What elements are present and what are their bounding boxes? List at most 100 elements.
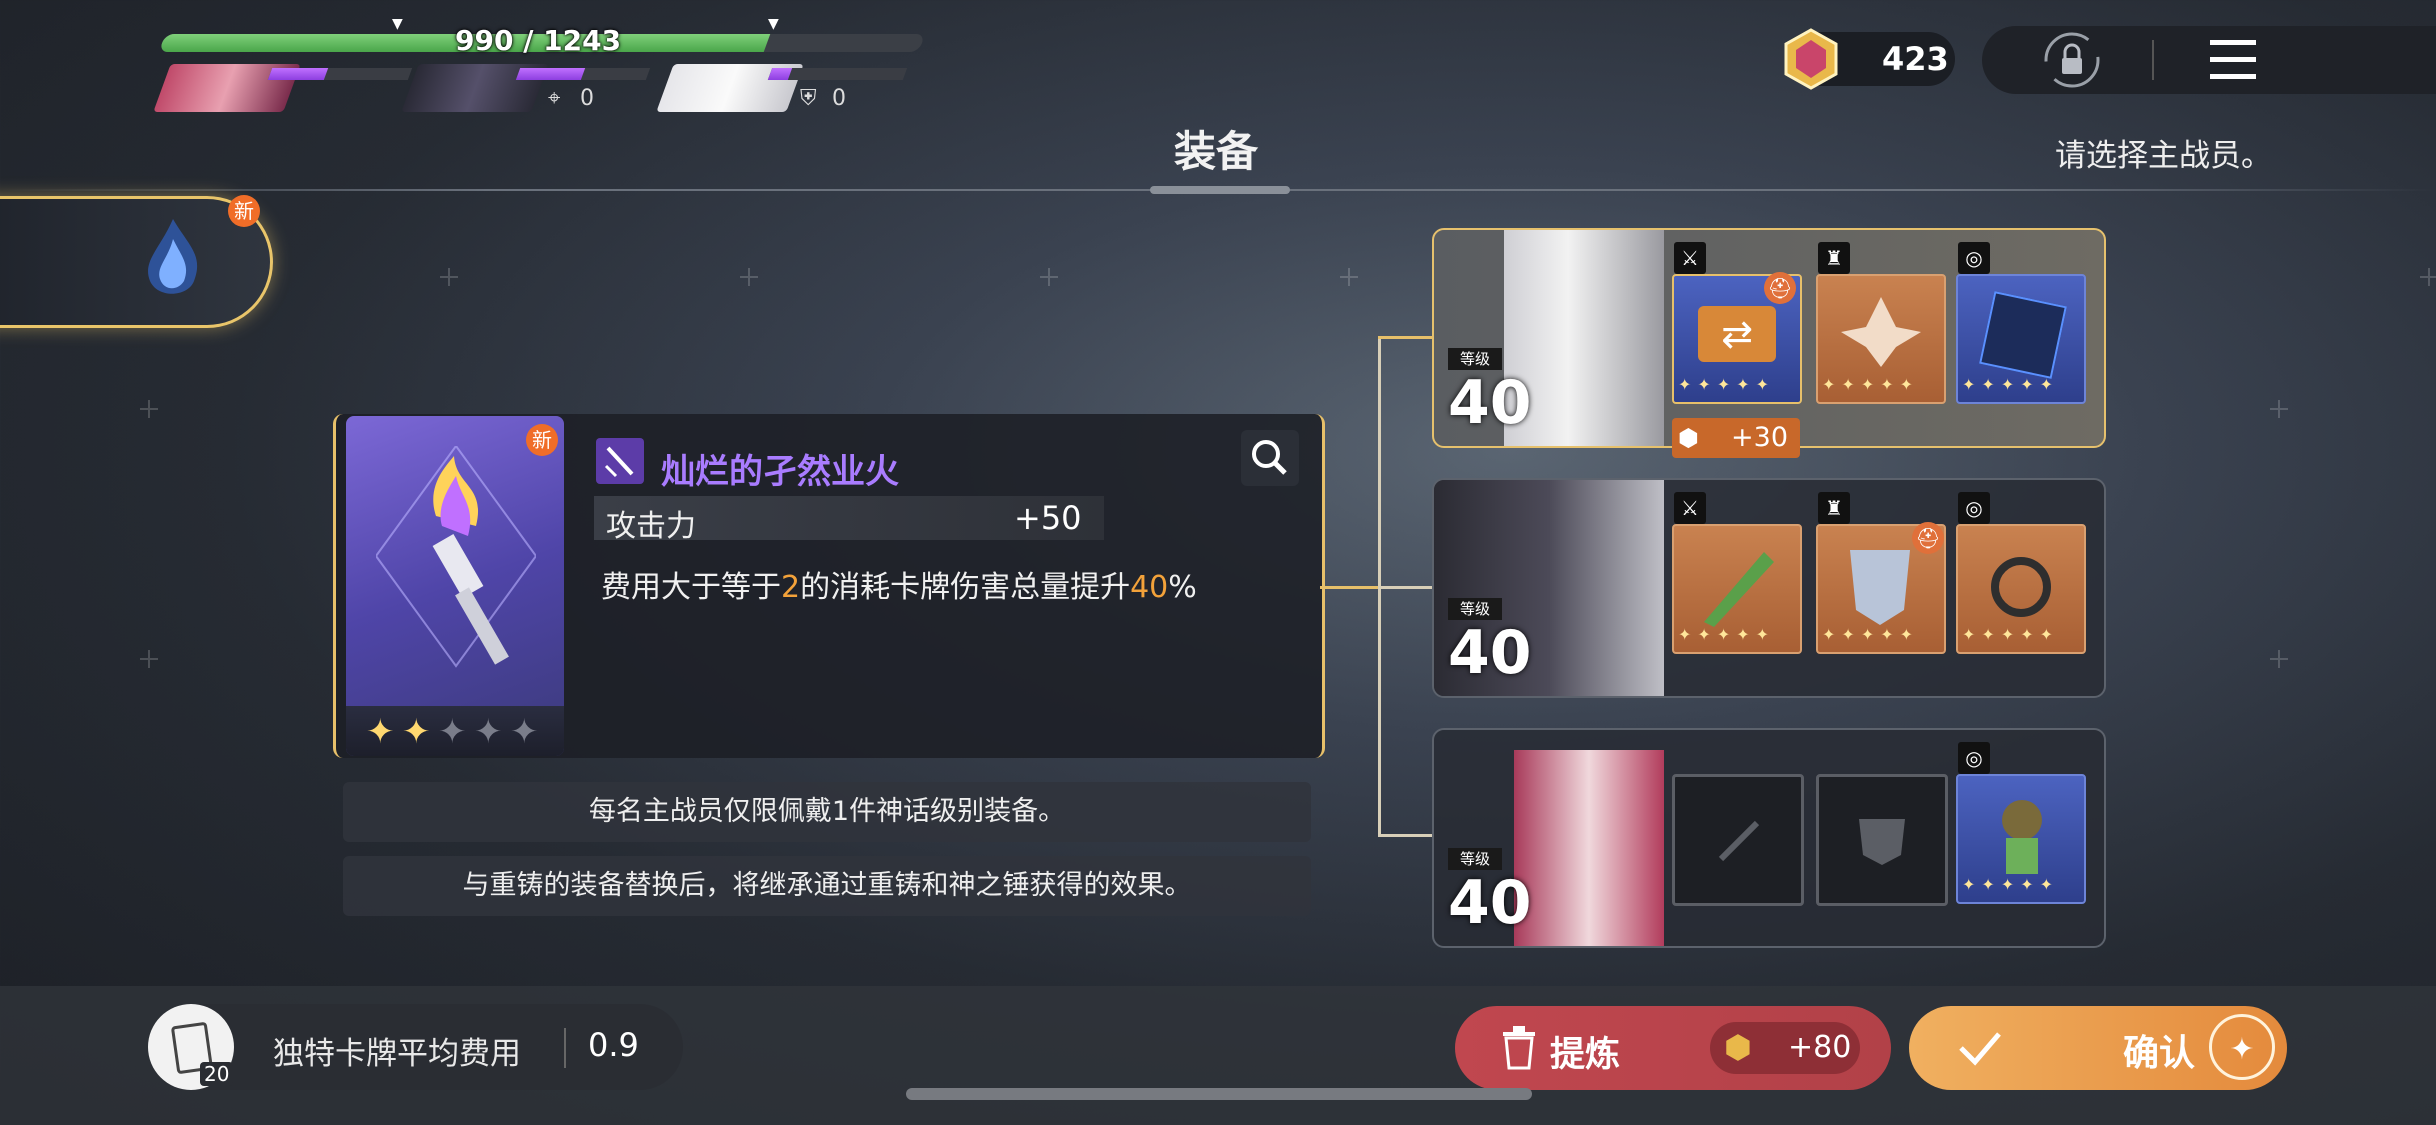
attack-stat-row: 攻击力 +50	[594, 496, 1104, 544]
character-row-1[interactable]: 等级 40 ⚔ ⇄ ⛑ ✦✦✦✦✦ ♜ ✦✦✦✦✦ ◎ ✦✦✦✦✦	[1432, 228, 2106, 448]
character-portrait	[1514, 750, 1664, 946]
star-filled-icon: ✦	[402, 712, 431, 752]
menu-icon[interactable]	[2208, 38, 2258, 82]
connector-line	[1378, 336, 1434, 339]
connector-line	[1378, 586, 1434, 589]
cube-icon	[1979, 291, 2067, 379]
equipment-name: 灿烂的孑然业火	[661, 452, 899, 492]
slot-stars: ✦✦✦✦✦	[1822, 625, 1920, 644]
deck-tab[interactable]: 新	[0, 195, 273, 328]
blue-flame-icon	[148, 219, 198, 294]
slot-stars: ✦✦✦✦✦	[1678, 625, 1776, 644]
gem-currency-icon: ⬢	[1724, 1028, 1752, 1066]
character-level: 等级 40	[1448, 348, 1532, 438]
avg-cost-panel[interactable]: 20 独特卡牌平均费用 0.9	[148, 1004, 683, 1090]
weapon-slot[interactable]: ⚔ ⇄ ⛑ ✦✦✦✦✦	[1672, 242, 1802, 404]
sword-slot-icon: ⚔	[1674, 242, 1706, 274]
accessory-slot[interactable]: ◎ ✦✦✦✦✦	[1956, 492, 2086, 654]
ring-slot-icon: ◎	[1958, 242, 1990, 274]
currency-amount: 423	[1882, 40, 1949, 78]
character-row-2[interactable]: 等级 40 ⚔ ✦✦✦✦✦ ♜ ⛑ ✦✦✦✦✦ ◎ ✦✦✦✦✦	[1432, 478, 2106, 698]
character-level: 等级 40	[1448, 848, 1532, 938]
bg-grid-mark	[2270, 400, 2288, 418]
notice-mythic-limit: 每名主战员仅限佩戴1件神话级别装备。	[343, 782, 1311, 842]
star-filled-icon: ✦	[366, 712, 395, 752]
ring-slot-icon: ◎	[1958, 742, 1990, 774]
crown-armor-icon	[1841, 297, 1921, 367]
gem-currency-icon: ⬢	[1678, 424, 1699, 452]
sword-slot-icon: ⚔	[1674, 492, 1706, 524]
armor-slot-empty[interactable]	[1816, 774, 1948, 906]
armor-placeholder-icon	[1859, 819, 1905, 865]
party-stat-a: 0	[580, 86, 594, 111]
star-empty-icon: ✦	[510, 712, 539, 752]
slot-stars: ✦✦✦✦✦	[1678, 375, 1776, 394]
crosshair-icon: ⌖	[548, 86, 561, 111]
bg-grid-mark	[440, 268, 458, 286]
gem-currency-icon	[1784, 28, 1838, 90]
upgrade-bonus: ⬢ +30	[1672, 418, 1800, 458]
equipment-detail-panel: 新 ✦ ✦ ✦ ✦ ✦ 灿烂的孑然业火 攻击力 +50 费用大于等于2的消耗卡牌…	[333, 414, 1325, 758]
home-indicator[interactable]	[906, 1088, 1532, 1100]
slot-stars: ✦✦✦✦✦	[1822, 375, 1920, 394]
bg-grid-mark	[140, 650, 158, 668]
connector-line	[1378, 834, 1434, 837]
attack-label: 攻击力	[606, 509, 696, 544]
rarity-stars: ✦ ✦ ✦ ✦ ✦	[346, 706, 564, 756]
bg-grid-mark	[2420, 268, 2436, 286]
equipment-effect: 费用大于等于2的消耗卡牌伤害总量提升40%	[601, 570, 1197, 605]
accessory-slot[interactable]: ◎ ✦✦✦✦✦	[1956, 742, 2086, 904]
magnifier-icon	[1252, 440, 1287, 475]
weapon-slot-empty[interactable]	[1672, 774, 1804, 906]
page-title: 装备	[1174, 127, 1259, 176]
header-divider-ornament	[1150, 186, 1290, 194]
select-hint: 请选择主战员。	[2055, 138, 2272, 174]
confirm-button[interactable]: 确认 ✦	[1909, 1006, 2287, 1090]
mythic-helmet-badge-icon: ⛑	[1764, 272, 1796, 304]
divider	[564, 1028, 566, 1068]
green-blade-icon	[1704, 552, 1774, 627]
refine-button[interactable]: 提炼 ⬢ +80	[1455, 1006, 1891, 1090]
bg-grid-mark	[2270, 650, 2288, 668]
refine-label: 提炼	[1550, 1035, 1621, 1075]
mana-bar-1	[267, 68, 413, 80]
bg-grid-mark	[740, 268, 758, 286]
chain-icon	[1991, 557, 2051, 617]
lock-rotate-icon[interactable]	[2042, 30, 2102, 90]
deck-icon: 20	[148, 1004, 234, 1090]
avg-cost-label: 独特卡牌平均费用	[273, 1036, 521, 1072]
slot-stars: ✦✦✦✦✦	[1962, 875, 2060, 894]
slot-stars: ✦✦✦✦✦	[1962, 375, 2060, 394]
armor-slot-icon: ♜	[1818, 242, 1850, 274]
sparkle-icon: ✦	[2209, 1014, 2275, 1080]
character-row-3[interactable]: 等级 40 ◎ ✦✦✦✦✦	[1432, 728, 2106, 948]
accessory-slot[interactable]: ◎ ✦✦✦✦✦	[1956, 242, 2086, 404]
hp-marker-icon: ▼	[392, 16, 403, 32]
weapon-slot[interactable]: ⚔ ✦✦✦✦✦	[1672, 492, 1802, 654]
armor-slot[interactable]: ♜ ⛑ ✦✦✦✦✦	[1816, 492, 1946, 654]
inspect-button[interactable]	[1241, 430, 1299, 486]
pumpkin-doll-icon	[2002, 800, 2042, 874]
swap-icon: ⇄	[1698, 306, 1776, 362]
plate-armor-icon	[1850, 550, 1910, 625]
armor-slot-icon: ♜	[1818, 492, 1850, 524]
armor-slot[interactable]: ♜ ✦✦✦✦✦	[1816, 242, 1946, 404]
shield-sword-icon: ⛨	[800, 86, 817, 111]
party-hp-text: 990 / 1243	[455, 24, 622, 57]
party-stat-b: 0	[832, 86, 846, 111]
new-badge: 新	[228, 195, 260, 227]
notice-reforge-inherit: 与重铸的装备替换后，将继承通过重铸和神之锤获得的效果。	[343, 856, 1311, 916]
confirm-label: 确认	[2123, 1033, 2196, 1074]
check-icon	[1959, 1032, 2001, 1066]
star-empty-icon: ✦	[438, 712, 467, 752]
refine-reward: ⬢ +80	[1710, 1022, 1860, 1074]
divider	[2152, 40, 2154, 80]
new-badge: 新	[526, 424, 558, 456]
character-level: 等级 40	[1448, 598, 1532, 688]
top-right-bar	[1982, 26, 2436, 94]
avg-cost-value: 0.9	[588, 1026, 639, 1064]
weapon-type-icon	[596, 438, 644, 484]
mana-bar-3	[767, 68, 908, 80]
currency-display: 423	[1784, 28, 1955, 90]
mana-bar-2	[515, 68, 651, 80]
